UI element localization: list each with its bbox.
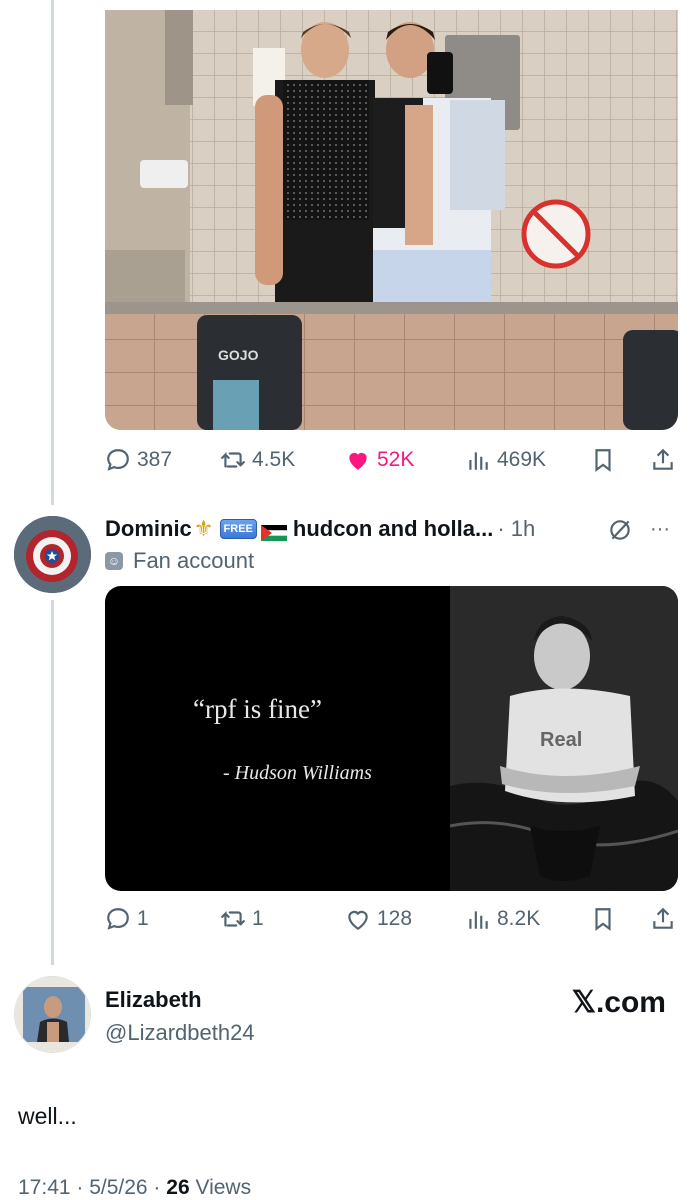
bw-photo: Real — [450, 586, 678, 891]
more-icon[interactable]: ··· — [650, 518, 670, 541]
svg-text:GOJO: GOJO — [218, 347, 259, 363]
reply-count: 1 — [137, 907, 149, 930]
thread-line-top — [51, 0, 54, 505]
like-button[interactable]: 52K — [345, 443, 414, 477]
reply-icon — [107, 908, 129, 930]
name-suffix[interactable]: hudcon and holla... — [293, 516, 493, 542]
reply-button[interactable]: 1 — [105, 902, 149, 936]
tweet1-action-bar: 387 4.5K 52K 469K — [105, 443, 678, 477]
quote-text: “rpf is fine” — [193, 694, 322, 724]
share-button[interactable] — [650, 902, 676, 936]
share-icon — [653, 907, 673, 929]
user-handle[interactable]: @Lizardbeth24 — [105, 1020, 255, 1046]
fan-account-text: Fan account — [133, 548, 255, 573]
thread-line-mid — [51, 600, 54, 965]
tweet2-action-bar: 1 1 128 8.2K — [105, 902, 678, 936]
x-brand-logo: 𝕏.com — [571, 986, 666, 1019]
retweet-icon — [221, 451, 245, 468]
retweet-button[interactable]: 4.5K — [220, 443, 295, 477]
tweet-timestamp[interactable]: 17:41 · 5/5/26 · — [18, 1176, 166, 1199]
bookmark-button[interactable] — [590, 443, 616, 477]
avatar-dominic[interactable] — [14, 516, 91, 593]
palestine-flag-icon — [260, 521, 287, 541]
views-icon — [469, 911, 488, 929]
share-icon — [653, 448, 673, 470]
fleur-de-lis-icon: ⚜ — [193, 516, 214, 541]
views-icon — [469, 452, 488, 470]
display-name[interactable]: Dominic — [105, 516, 192, 542]
heart-icon — [348, 910, 368, 931]
quote-panel: “rpf is fine” - Hudson Williams — [105, 586, 450, 891]
fan-account-label: ☺ Fan account — [105, 548, 254, 574]
reply-button[interactable]: 387 — [105, 443, 172, 477]
quote-author: - Hudson Williams — [223, 762, 372, 784]
avatar-elizabeth[interactable] — [14, 976, 91, 1053]
free-badge: FREE — [219, 519, 257, 539]
retweet-icon — [221, 910, 245, 927]
retweet-count: 1 — [252, 907, 264, 930]
tweet-time[interactable]: · 1h — [497, 516, 535, 542]
bookmark-button[interactable] — [590, 902, 616, 936]
like-count: 128 — [377, 907, 413, 930]
tweet-photo-mirror-selfie[interactable]: GOJO — [105, 10, 678, 430]
views-count: 26 — [166, 1176, 190, 1199]
like-button[interactable]: 128 — [345, 902, 412, 936]
bookmark-icon — [595, 449, 611, 472]
tweet2-header: Dominic ⚜ FREE hudcon and holla... · 1h — [105, 514, 535, 544]
retweet-count: 4.5K — [252, 448, 296, 471]
views-button[interactable]: 8.2K — [465, 902, 540, 936]
like-count: 52K — [377, 448, 415, 471]
tweet-text: well... — [18, 1103, 77, 1129]
views-count: 8.2K — [497, 907, 541, 930]
shirt-text: Real — [540, 729, 582, 751]
views-button[interactable]: 469K — [465, 443, 546, 477]
reply-icon — [107, 449, 129, 471]
retweet-button[interactable]: 1 — [220, 902, 264, 936]
views-label: Views — [189, 1176, 252, 1199]
reply-count: 387 — [137, 448, 173, 471]
heart-icon — [349, 452, 367, 470]
display-name[interactable]: Elizabeth — [105, 987, 202, 1013]
views-count: 469K — [497, 448, 547, 471]
mask-icon: ☺ — [105, 552, 123, 570]
grok-icon[interactable] — [607, 517, 633, 543]
tweet2-media-card[interactable]: “rpf is fine” - Hudson Williams Real — [105, 586, 678, 891]
bookmark-icon — [595, 908, 611, 931]
tweet-footer: 17:41 · 5/5/26 · 26 Views — [18, 1176, 251, 1200]
share-button[interactable] — [650, 443, 676, 477]
